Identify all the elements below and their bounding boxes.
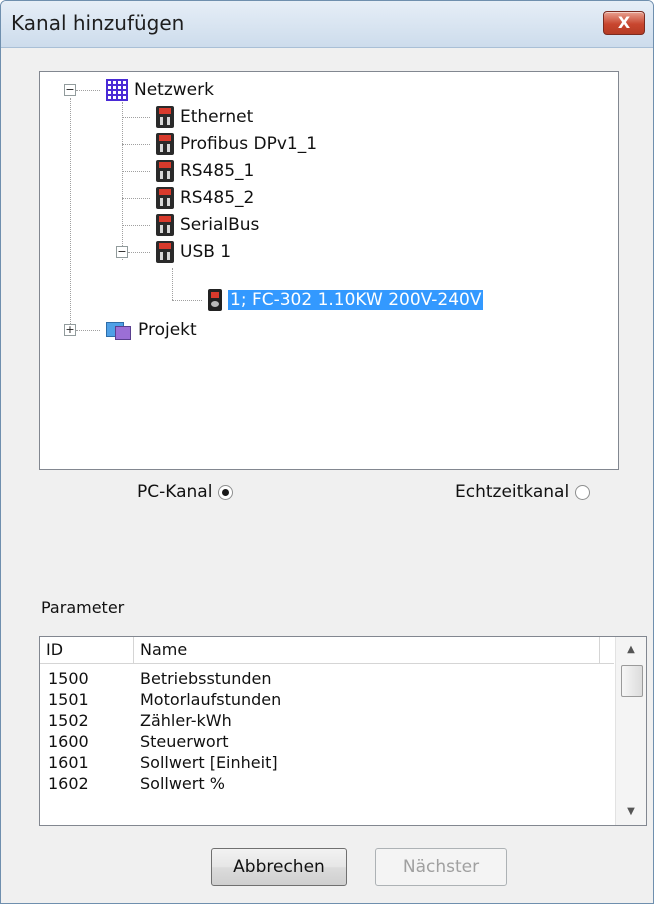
tree-node-fc302-drive[interactable]: 1; FC-302 1.10KW 200V-240V xyxy=(208,288,484,312)
column-header-id[interactable]: ID xyxy=(40,637,134,663)
radio-pc-kanal[interactable]: PC-Kanal xyxy=(137,482,234,502)
cell-id: 1601 xyxy=(48,753,89,772)
tree-line xyxy=(122,102,123,260)
column-header-name[interactable]: Name xyxy=(134,637,600,663)
drive-device-icon xyxy=(156,241,174,263)
tree-node-netzwerk[interactable]: Netzwerk xyxy=(106,78,214,102)
radio-label: PC-Kanal xyxy=(137,482,213,502)
tree-node-projekt[interactable]: Projekt xyxy=(106,318,197,342)
radio-echtzeitkanal[interactable]: Echtzeitkanal xyxy=(455,482,591,502)
cell-id: 1501 xyxy=(48,690,89,709)
window-title: Kanal hinzufügen xyxy=(11,11,185,35)
scroll-up-icon[interactable]: ▲ xyxy=(616,639,646,661)
list-row[interactable]: 1501 Motorlaufstunden xyxy=(40,689,614,710)
radio-button-unchecked[interactable] xyxy=(575,484,591,500)
tree-line xyxy=(172,268,173,300)
tree-node-label: SerialBus xyxy=(180,215,260,235)
list-header: ID Name xyxy=(40,637,614,664)
expand-projekt-icon[interactable]: + xyxy=(64,324,76,336)
tree-node-rs485-2[interactable]: RS485_2 xyxy=(156,186,254,210)
drive-device-icon xyxy=(156,106,174,128)
parameter-list[interactable]: ID Name 1500 Betriebsstunden 1501 Motorl… xyxy=(39,636,647,826)
tree-node-label: Netzwerk xyxy=(134,80,214,100)
cell-id: 1500 xyxy=(48,669,89,688)
cell-name: Sollwert % xyxy=(140,774,225,793)
tree-node-label: USB 1 xyxy=(180,242,232,262)
tree-node-label: RS485_2 xyxy=(180,188,255,208)
cell-id: 1502 xyxy=(48,711,89,730)
next-button[interactable]: Nächster xyxy=(375,848,507,886)
tree-line xyxy=(172,300,202,301)
cell-name: Sollwert [Einheit] xyxy=(140,753,278,772)
close-button[interactable]: X xyxy=(603,11,645,35)
drive-device-icon xyxy=(156,187,174,209)
tree-line xyxy=(76,330,100,331)
dialog-body: − Netzwerk Ethernet Profibus DPv1_1 RS48… xyxy=(7,48,647,898)
list-row[interactable]: 1502 Zähler-kWh xyxy=(40,710,614,731)
scroll-down-icon[interactable]: ▼ xyxy=(616,801,646,823)
radio-button-checked[interactable] xyxy=(218,484,234,500)
cell-name: Motorlaufstunden xyxy=(140,690,282,709)
drive-device-icon xyxy=(156,133,174,155)
dialog-window: Kanal hinzufügen X − Netzwerk Ethernet P… xyxy=(0,0,654,904)
project-icon xyxy=(106,320,132,340)
tree-node-serialbus[interactable]: SerialBus xyxy=(156,213,259,237)
tree-node-label: Projekt xyxy=(138,320,197,340)
collapse-netzwerk-icon[interactable]: − xyxy=(64,84,76,96)
tree-node-usb-1[interactable]: USB 1 xyxy=(156,240,231,264)
drive-device-icon xyxy=(156,214,174,236)
scroll-thumb[interactable] xyxy=(621,665,643,697)
tree-line xyxy=(128,252,150,253)
cell-name: Betriebsstunden xyxy=(140,669,272,688)
tree-node-label: 1; FC-302 1.10KW 200V-240V xyxy=(228,290,484,310)
cell-id: 1600 xyxy=(48,732,89,751)
tree-node-ethernet[interactable]: Ethernet xyxy=(156,105,253,129)
frequency-converter-icon xyxy=(208,289,222,311)
radio-label: Echtzeitkanal xyxy=(455,482,570,502)
tree-node-profibus[interactable]: Profibus DPv1_1 xyxy=(156,132,317,156)
tree-line xyxy=(122,198,150,199)
cell-name: Zähler-kWh xyxy=(140,711,232,730)
collapse-usb-icon[interactable]: − xyxy=(116,246,128,258)
tree-node-label: Ethernet xyxy=(180,107,254,127)
cancel-button[interactable]: Abbrechen xyxy=(211,848,347,886)
network-grid-icon xyxy=(106,79,128,101)
list-row[interactable]: 1602 Sollwert % xyxy=(40,773,614,794)
channel-tree[interactable]: − Netzwerk Ethernet Profibus DPv1_1 RS48… xyxy=(39,71,619,470)
tree-line xyxy=(70,98,71,330)
title-bar[interactable]: Kanal hinzufügen X xyxy=(1,1,653,48)
cell-name: Steuerwort xyxy=(140,732,229,751)
tree-node-rs485-1[interactable]: RS485_1 xyxy=(156,159,254,183)
tree-line xyxy=(122,225,150,226)
list-row[interactable]: 1500 Betriebsstunden xyxy=(40,668,614,689)
tree-node-label: RS485_1 xyxy=(180,161,255,181)
vertical-scrollbar[interactable]: ▲ ▼ xyxy=(615,637,646,825)
tree-line xyxy=(122,117,150,118)
list-row[interactable]: 1600 Steuerwort xyxy=(40,731,614,752)
tree-line xyxy=(122,171,150,172)
cell-id: 1602 xyxy=(48,774,89,793)
drive-device-icon xyxy=(156,160,174,182)
tree-line xyxy=(76,90,100,91)
tree-node-label: Profibus DPv1_1 xyxy=(180,134,318,154)
list-row[interactable]: 1601 Sollwert [Einheit] xyxy=(40,752,614,773)
parameter-label: Parameter xyxy=(41,598,125,617)
tree-line xyxy=(122,144,150,145)
